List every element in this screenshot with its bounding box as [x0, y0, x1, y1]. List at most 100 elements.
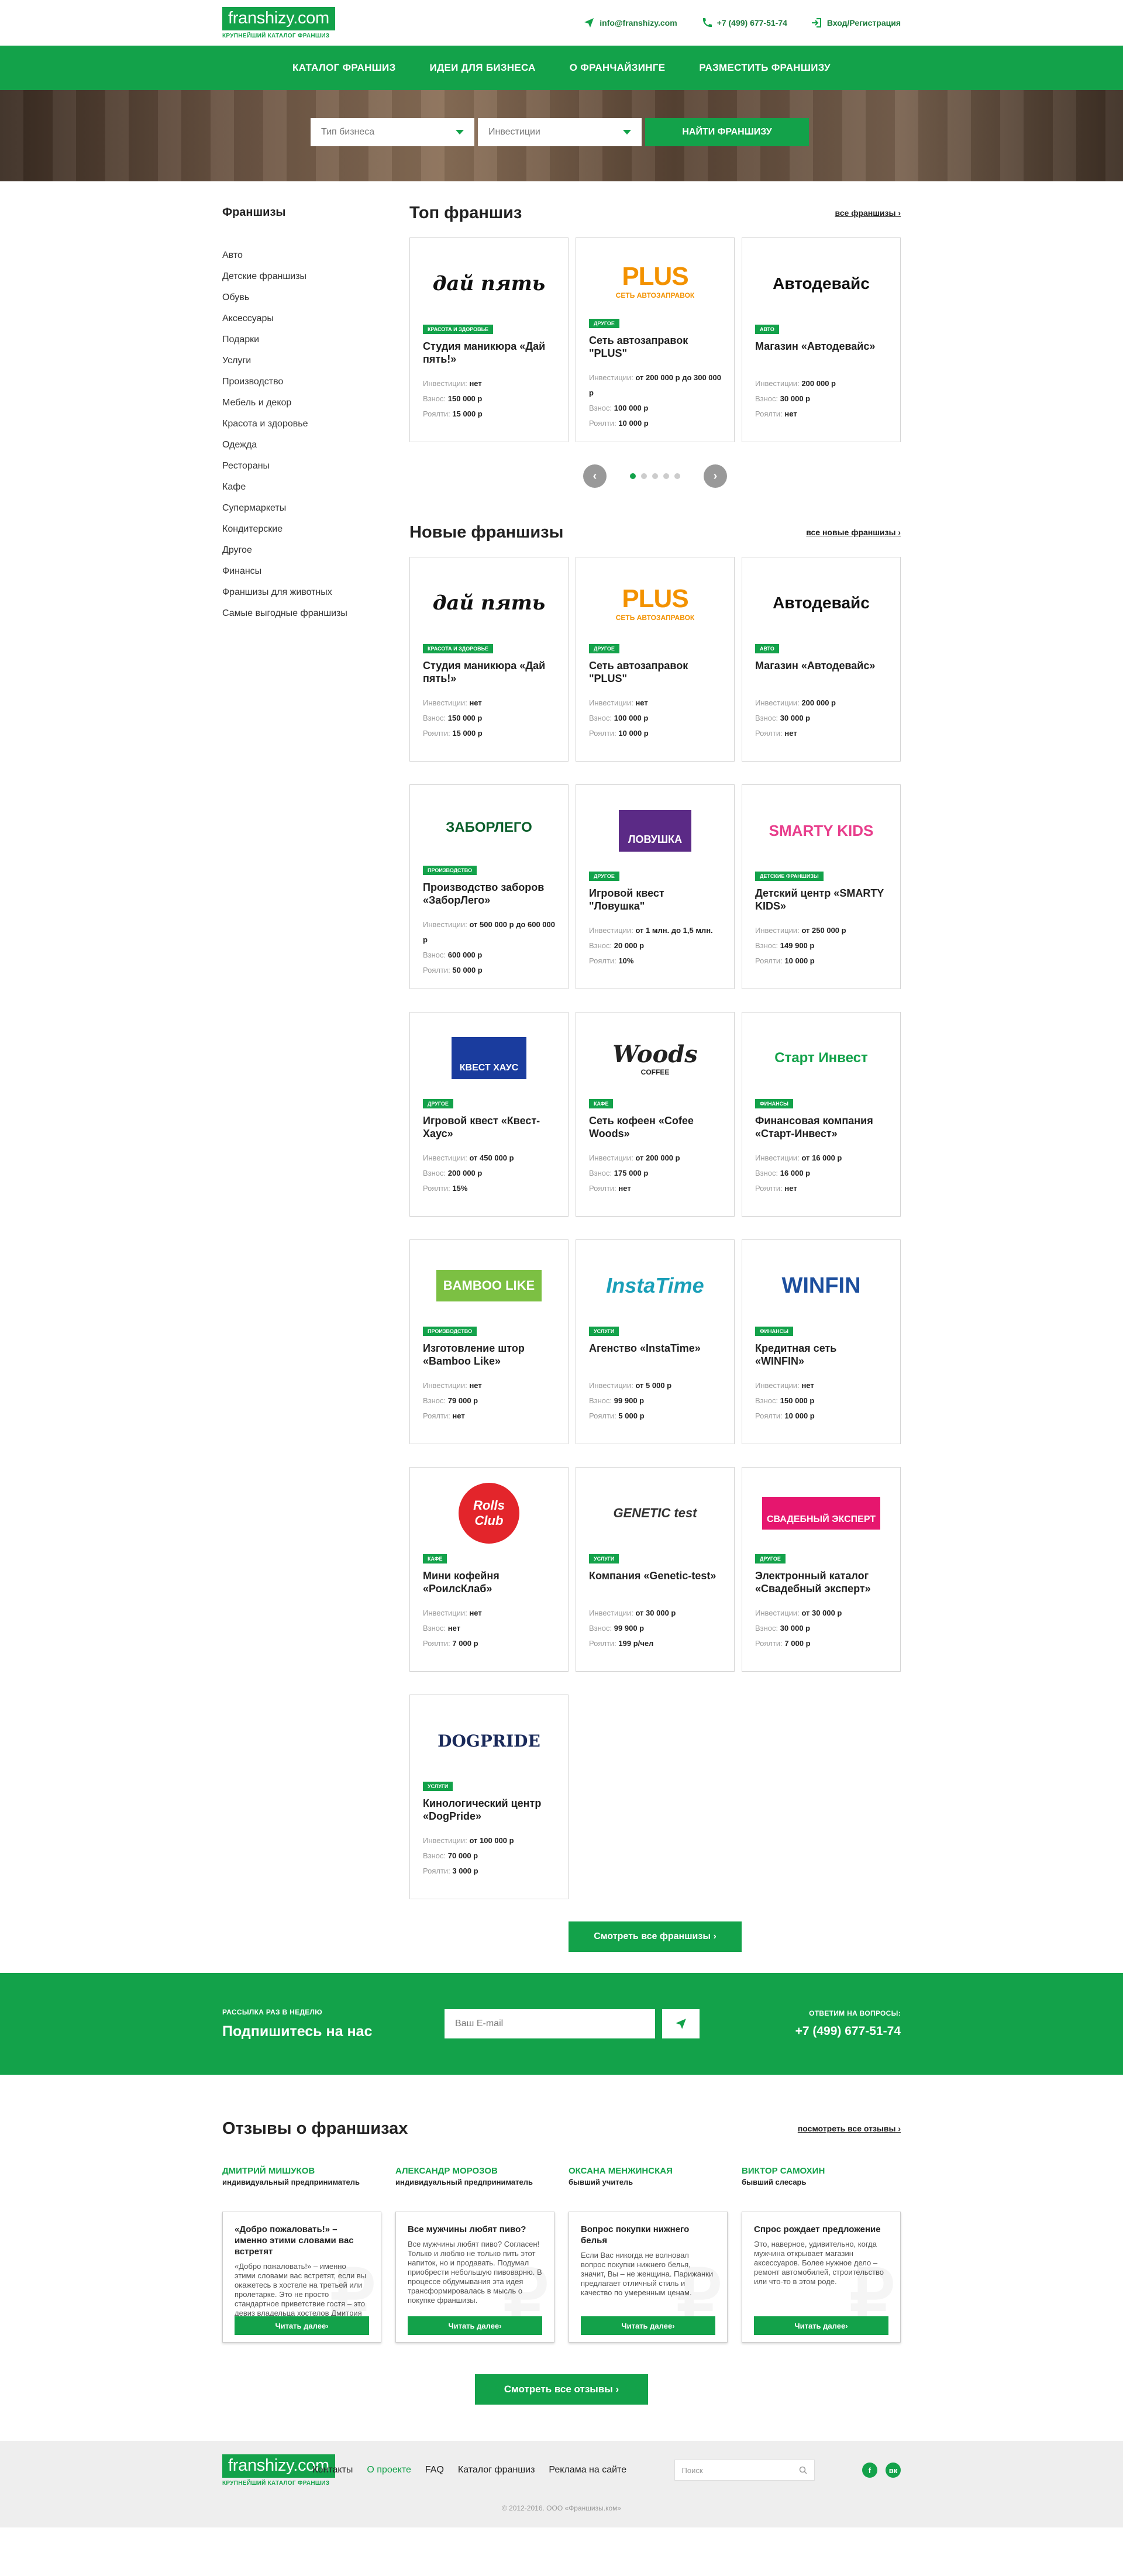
franchise-name[interactable]: Кредитная сеть «WINFIN»	[755, 1342, 887, 1369]
carousel-dot[interactable]	[674, 473, 680, 479]
footer-link-contacts[interactable]: Контакты	[312, 2465, 353, 2475]
franchise-card[interactable]: Автодевайс АВТО Магазин «Автодевайс» Инвест…	[742, 557, 901, 762]
nav-ideas[interactable]: ИДЕИ ДЛЯ БИЗНЕСА	[430, 62, 536, 74]
franchise-card[interactable]: GENETIC test УСЛУГИ Компания «Genetic-test…	[576, 1467, 735, 1672]
franchise-name[interactable]: Электронный каталог «Свадебный эксперт»	[755, 1569, 887, 1596]
sidebar-category[interactable]: Авто	[222, 245, 409, 266]
franchise-card[interactable]: PLUS СЕТЬ АВТОЗАПРАВОК ДРУГОЕ Сеть автозапр…	[576, 557, 735, 762]
carousel-dot[interactable]	[630, 473, 636, 479]
franchise-name[interactable]: Игровой квест "Ловушка"	[589, 887, 721, 914]
read-more-button[interactable]: Читать далее ›	[581, 2316, 715, 2335]
business-type-select[interactable]: Тип бизнеса	[311, 118, 474, 146]
login-link[interactable]: Вход/Регистрация	[811, 17, 901, 29]
franchise-name[interactable]: Студия маникюра «Дай пять!»	[423, 340, 555, 367]
nav-about[interactable]: О ФРАНЧАЙЗИНГЕ	[570, 62, 666, 74]
read-more-button[interactable]: Читать далее ›	[754, 2316, 888, 2335]
franchise-card[interactable]: Старт Инвест ФИНАНСЫ Финансовая компания «…	[742, 1012, 901, 1217]
franchise-name[interactable]: Финансовая компания «Старт-Инвест»	[755, 1114, 887, 1141]
franchise-card[interactable]: BAMBOO LIKE ПРОИЗВОДСТВО Изготовление штор…	[409, 1239, 569, 1444]
all-reviews-link[interactable]: посмотреть все отзывы ›	[798, 2124, 901, 2133]
facebook-icon[interactable]: f	[862, 2463, 877, 2478]
franchise-card[interactable]: WINFIN ФИНАНСЫ Кредитная сеть «WINFIN» Инве…	[742, 1239, 901, 1444]
sidebar-category[interactable]: Красота и здоровье	[222, 414, 409, 435]
read-more-button[interactable]: Читать далее ›	[408, 2316, 542, 2335]
franchise-card[interactable]: Rolls Club КАФЕ Мини кофейня «РоилсКлаб» Ин…	[409, 1467, 569, 1672]
franchise-name[interactable]: Магазин «Автодевайс»	[755, 659, 887, 686]
email-input[interactable]: Ваш E-mail	[444, 2009, 655, 2038]
carousel-dot[interactable]	[641, 473, 647, 479]
footer-search-input[interactable]: Поиск	[674, 2460, 815, 2481]
franchise-name[interactable]: Кинологический центр «DogPride»	[423, 1797, 555, 1824]
footer-link-ads[interactable]: Реклама на сайте	[549, 2465, 626, 2475]
sidebar-category[interactable]: Супермаркеты	[222, 498, 409, 519]
footer-link-catalog[interactable]: Каталог франшиз	[458, 2465, 535, 2475]
all-franchises-button[interactable]: Смотреть все франшизы ›	[569, 1921, 742, 1952]
franchise-name[interactable]: Детский центр «SMARTY KIDS»	[755, 887, 887, 914]
franchise-card[interactable]: КВЕСТ ХАУС ДРУГОЕ Игровой квест «Квест-Хау…	[409, 1012, 569, 1217]
vk-icon[interactable]: вк	[885, 2463, 901, 2478]
all-franchises-link[interactable]: все франшизы ›	[835, 208, 901, 218]
carousel-dot[interactable]	[652, 473, 658, 479]
franchise-name[interactable]: Мини кофейня «РоилсКлаб»	[423, 1569, 555, 1596]
franchise-name[interactable]: Игровой квест «Квест-Хаус»	[423, 1114, 555, 1141]
sidebar-category[interactable]: Финансы	[222, 561, 409, 582]
franchise-card[interactable]: дай пять КРАСОТА И ЗДОРОВЬЕ Студия маникюр…	[409, 557, 569, 762]
franchise-card[interactable]: DOGPRIDE УСЛУГИ Кинологический центр «DogP…	[409, 1695, 569, 1899]
subscribe-send-button[interactable]	[662, 2009, 700, 2038]
franchise-name[interactable]: Производство заборов «ЗаборЛего»	[423, 881, 555, 908]
all-reviews-button[interactable]: Смотреть все отзывы ›	[475, 2374, 648, 2405]
site-logo[interactable]: franshizy.com КРУПНЕЙШИЙ КАТАЛОГ ФРАНШИЗ	[222, 6, 335, 39]
sidebar-category[interactable]: Подарки	[222, 329, 409, 350]
franchise-card[interactable]: ЛОВУШКА ДРУГОЕ Игровой квест "Ловушка" Инве…	[576, 784, 735, 989]
franchise-name[interactable]: Студия маникюра «Дай пять!»	[423, 659, 555, 686]
stat-label: Роялти:	[755, 409, 783, 418]
franchise-name[interactable]: Магазин «Автодевайс»	[755, 340, 887, 367]
sidebar-category[interactable]: Аксессуары	[222, 308, 409, 329]
all-new-link[interactable]: все новые франшизы ›	[806, 528, 901, 537]
review-author[interactable]: ВИКТОР САМОХИН	[742, 2166, 901, 2176]
carousel-dot[interactable]	[663, 473, 669, 479]
review-author[interactable]: ДМИТРИЙ МИШУКОВ	[222, 2166, 381, 2176]
investment-select[interactable]: Инвестиции	[478, 118, 642, 146]
franchise-name[interactable]: Сеть кофеен «Cofee Woods»	[589, 1114, 721, 1141]
franchise-card[interactable]: ЗАБОРЛЕГО ПРОИЗВОДСТВО Производство заборо…	[409, 784, 569, 989]
nav-catalog[interactable]: КАТАЛОГ ФРАНШИЗ	[292, 62, 395, 74]
header-phone[interactable]: +7 (499) 677-51-74	[701, 17, 787, 29]
franchise-card[interactable]: SMARTY KIDS ДЕТСКИЕ ФРАНШИЗЫ Детский центр…	[742, 784, 901, 989]
franchise-name[interactable]: Изготовление штор «Bamboo Like»	[423, 1342, 555, 1369]
franchise-name[interactable]: Агенство «InstaTime»	[589, 1342, 721, 1369]
franchise-card[interactable]: PLUS СЕТЬ АВТОЗАПРАВОК ДРУГОЕ Сеть автозапр…	[576, 237, 735, 442]
franchise-card[interactable]: InstaTime УСЛУГИ Агенство «InstaTime» Инвес…	[576, 1239, 735, 1444]
franchise-card[interactable]: дай пять КРАСОТА И ЗДОРОВЬЕ Студия маникюр…	[409, 237, 569, 442]
review-author[interactable]: ОКСАНА МЕНЖИНСКАЯ	[569, 2166, 728, 2176]
header-email[interactable]: info@franshizy.com	[583, 17, 677, 29]
sidebar-category[interactable]: Самые выгодные франшизы	[222, 603, 409, 624]
franchise-name[interactable]: Компания «Genetic-test»	[589, 1569, 721, 1596]
sidebar-category[interactable]: Производство	[222, 371, 409, 392]
sidebar-category[interactable]: Одежда	[222, 435, 409, 456]
nav-place[interactable]: РАЗМЕСТИТЬ ФРАНШИЗУ	[699, 62, 831, 74]
find-franchise-button[interactable]: НАЙТИ ФРАНШИЗУ	[645, 118, 809, 146]
read-more-button[interactable]: Читать далее ›	[235, 2316, 369, 2335]
franchise-card[interactable]: Woods COFFEE КАФЕ Сеть кофеен «Cofee Woods»…	[576, 1012, 735, 1217]
prev-arrow-icon[interactable]: ‹	[583, 464, 607, 488]
sidebar-category[interactable]: Детские франшизы	[222, 266, 409, 287]
franchise-name[interactable]: Сеть автозаправок "PLUS"	[589, 659, 721, 686]
sidebar-category[interactable]: Кондитерские	[222, 519, 409, 540]
footer-link-about[interactable]: О проекте	[367, 2465, 411, 2475]
franchise-name[interactable]: Сеть автозаправок "PLUS"	[589, 334, 721, 361]
sidebar-category[interactable]: Обувь	[222, 287, 409, 308]
footer-link-faq[interactable]: FAQ	[425, 2465, 444, 2475]
sidebar-category[interactable]: Услуги	[222, 350, 409, 371]
next-arrow-icon[interactable]: ›	[704, 464, 727, 488]
stat-label: Взнос:	[589, 1169, 612, 1177]
sidebar-category[interactable]: Кафе	[222, 477, 409, 498]
franchise-card[interactable]: СВАДЕБНЫЙ ЭКСПЕРТ ДРУГОЕ Электронный катал…	[742, 1467, 901, 1672]
sidebar-category[interactable]: Другое	[222, 540, 409, 561]
questions-phone[interactable]: +7 (499) 677-51-74	[795, 2024, 901, 2038]
review-author[interactable]: АЛЕКСАНДР МОРОЗОВ	[395, 2166, 554, 2176]
franchise-card[interactable]: Автодевайс АВТО Магазин «Автодевайс» Инвест…	[742, 237, 901, 442]
sidebar-category[interactable]: Франшизы для животных	[222, 582, 409, 603]
sidebar-category[interactable]: Мебель и декор	[222, 392, 409, 414]
sidebar-category[interactable]: Рестораны	[222, 456, 409, 477]
